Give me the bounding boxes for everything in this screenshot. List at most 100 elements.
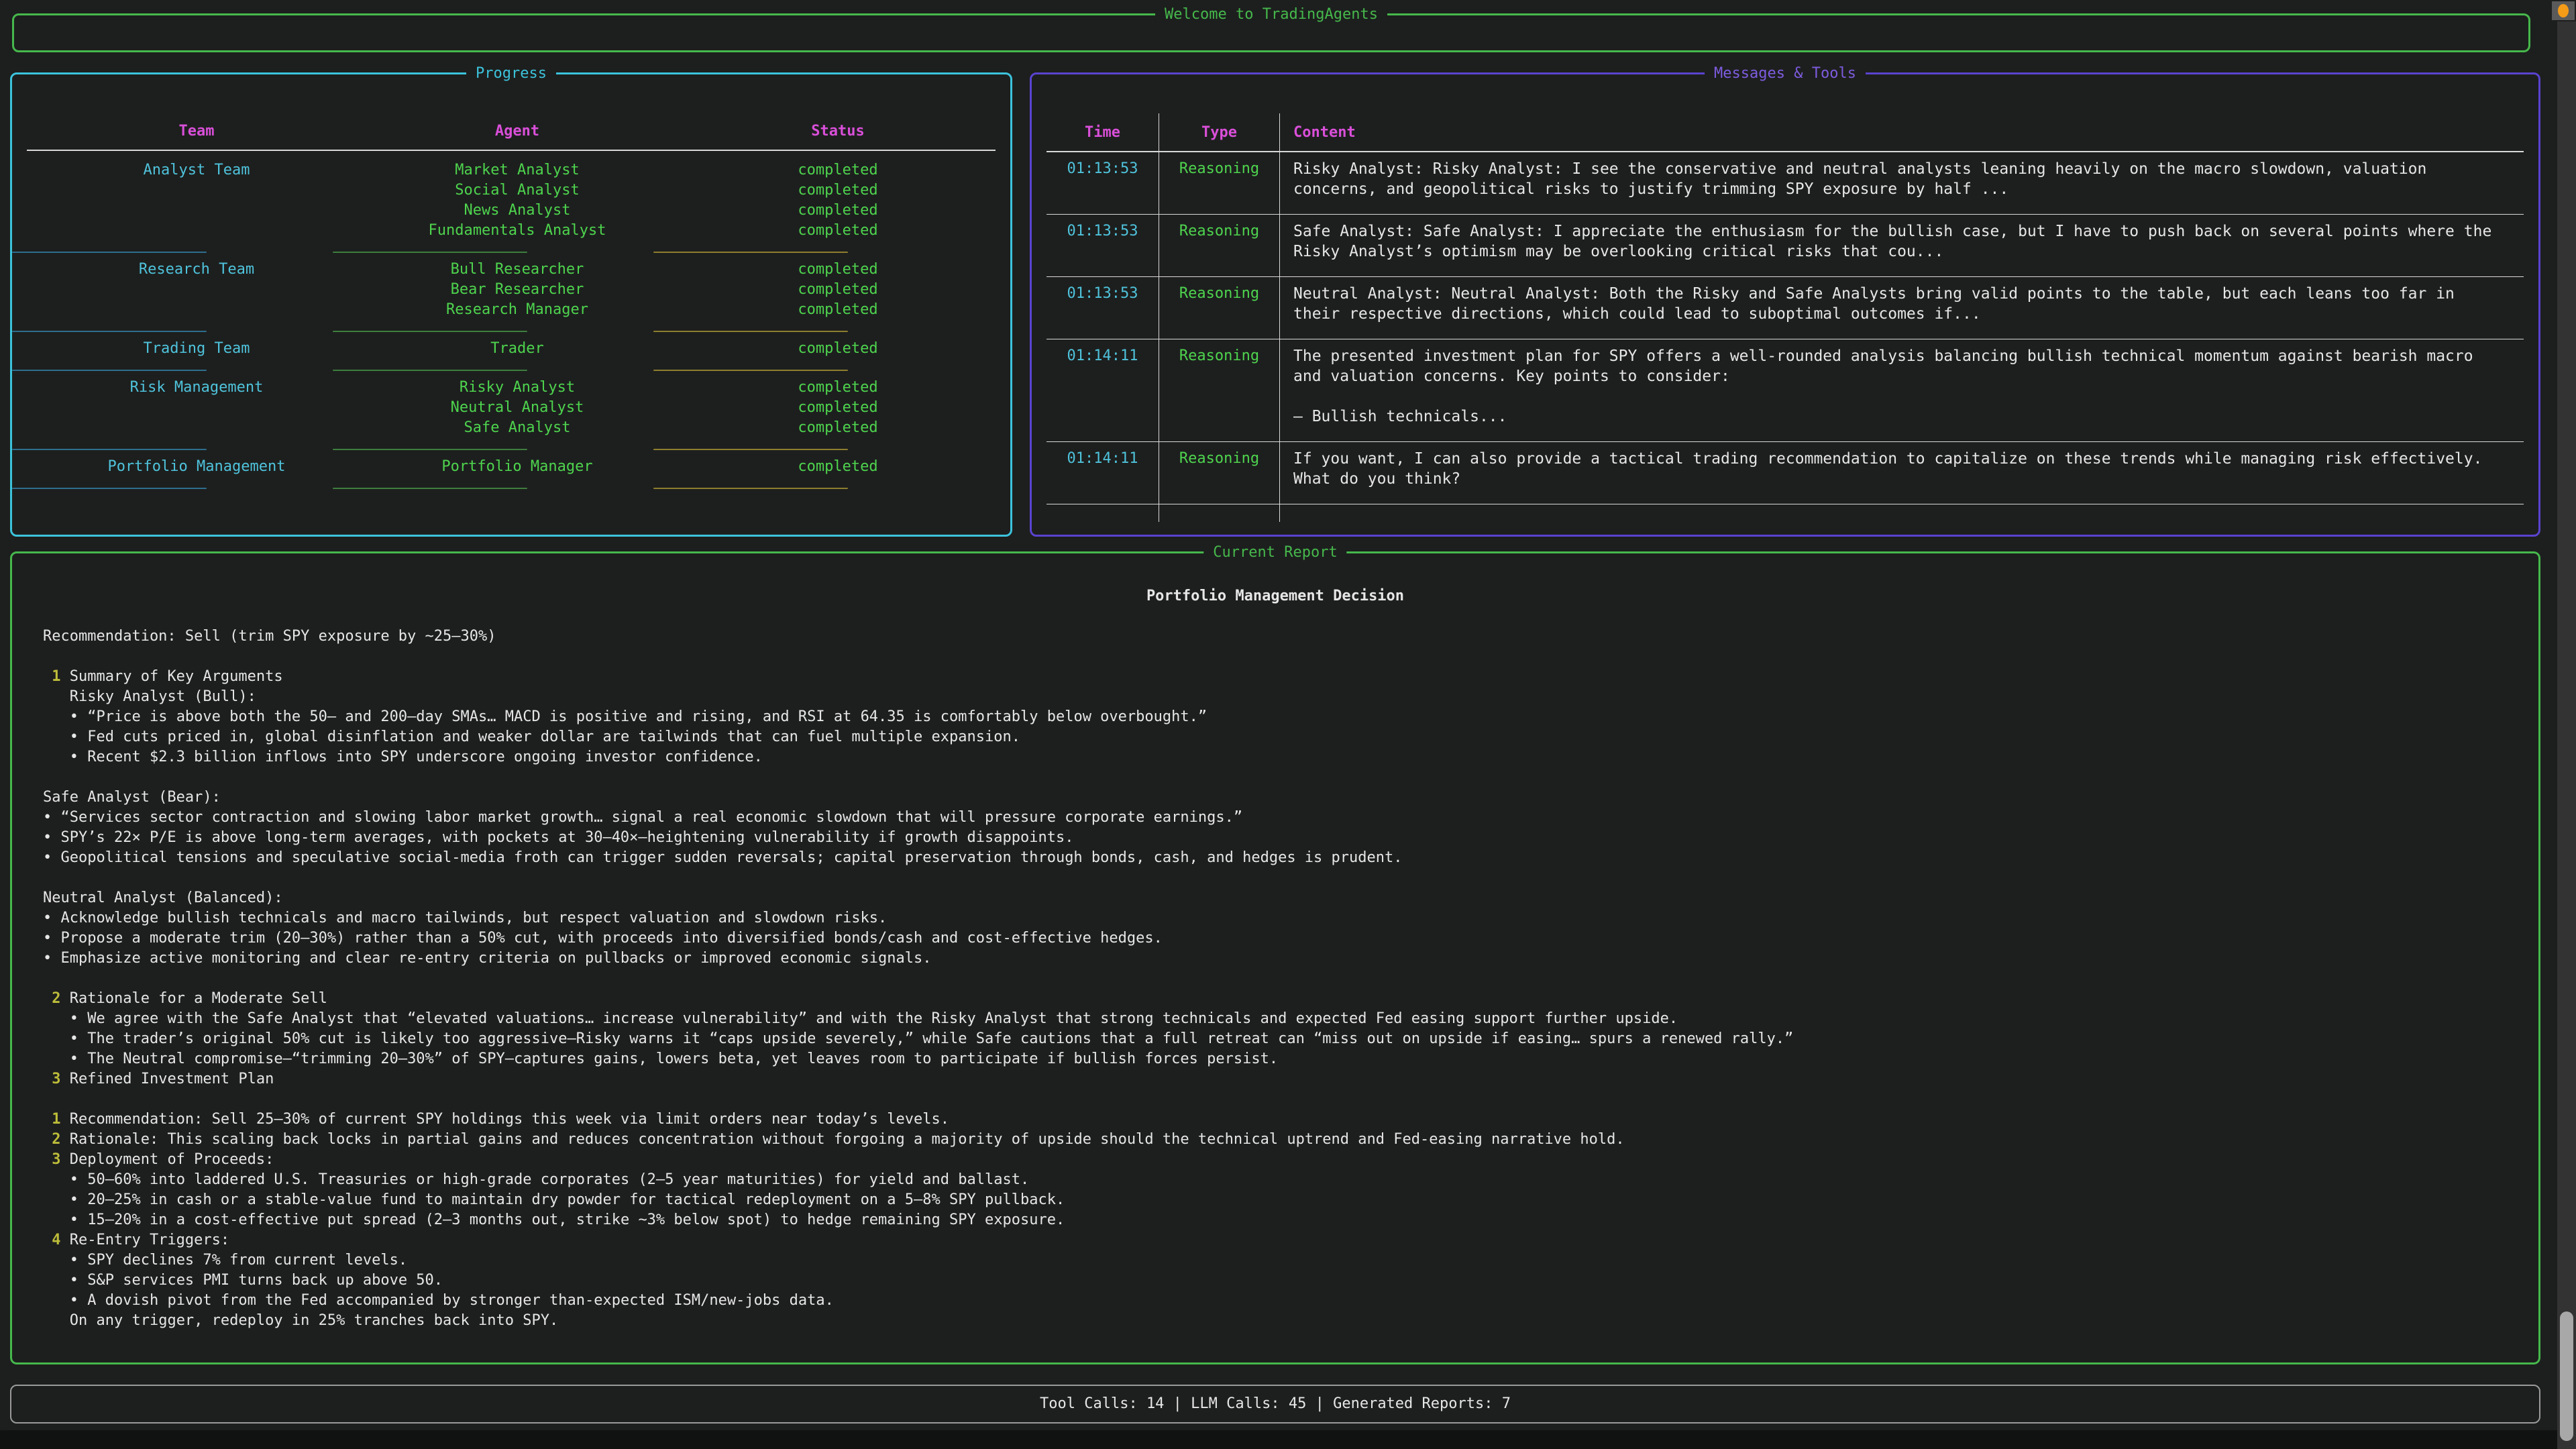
banner: Welcome to TradingAgents: [12, 13, 2530, 52]
footer-stats-bar: Tool Calls: 14 | LLM Calls: 45 | Generat…: [10, 1385, 2540, 1424]
report-line-text: • Propose a moderate trim (20–30%) rathe…: [43, 930, 1163, 947]
progress-divider-agent-segment: [333, 331, 527, 332]
report-line: 2 Rationale for a Moderate Sell: [43, 989, 2518, 1009]
report-line-number: 1: [43, 1111, 61, 1128]
report-line: 2 Rationale: This scaling back locks in …: [43, 1130, 2518, 1150]
report-line: 4 Re-Entry Triggers:: [43, 1230, 2518, 1250]
progress-team-cell: [99, 280, 294, 300]
report-line-number: 3: [43, 1151, 61, 1168]
report-line-text: Re-Entry Triggers:: [61, 1232, 230, 1248]
scrollbar-thumb[interactable]: [2560, 1311, 2573, 1441]
scrollbar[interactable]: [2549, 0, 2576, 1449]
message-type-cell: Reasoning: [1159, 339, 1279, 441]
progress-team-cell: [99, 180, 294, 201]
report-line: • Recent $2.3 billion inflows into SPY u…: [43, 747, 2518, 767]
progress-divider-status-segment: [653, 252, 848, 253]
report-line-text: • Acknowledge bullish technicals and mac…: [43, 910, 887, 926]
report-line: • SPY’s 22× P/E is above long-term avera…: [43, 828, 2518, 848]
progress-status-cell: completed: [741, 300, 935, 320]
progress-divider-team-segment: [12, 488, 207, 489]
report-line-text: • SPY’s 22× P/E is above long-term avera…: [43, 829, 1073, 846]
progress-row: News Analystcompleted: [99, 201, 1010, 221]
progress-agent-cell: Portfolio Manager: [420, 457, 614, 477]
report-line-number: 4: [43, 1232, 61, 1248]
progress-status-cell: completed: [741, 378, 935, 398]
report-line-text: • Geopolitical tensions and speculative …: [43, 849, 1403, 866]
progress-status-cell: completed: [741, 280, 935, 300]
report-line: • The trader’s original 50% cut is likel…: [43, 1029, 2518, 1049]
progress-agent-cell: Trader: [420, 339, 614, 359]
message-type-cell: Reasoning: [1159, 215, 1279, 276]
message-content-cell: Safe Analyst: Safe Analyst: I appreciate…: [1279, 215, 2524, 276]
message-time-cell: 01:14:11: [1046, 442, 1159, 504]
report-line-text: Recommendation: Sell 25–30% of current S…: [61, 1111, 950, 1128]
report-line-text: • 50–60% into laddered U.S. Treasuries o…: [43, 1171, 1029, 1188]
progress-row: Analyst TeamMarket Analystcompleted: [99, 160, 1010, 180]
progress-row: Safe Analystcompleted: [99, 418, 1010, 438]
progress-divider-status-segment: [653, 449, 848, 450]
progress-panel-title: Progress: [466, 64, 556, 84]
report-line: • Geopolitical tensions and speculative …: [43, 848, 2518, 868]
messages-filler-time: [1046, 504, 1159, 522]
report-line: [43, 647, 2518, 667]
progress-divider-agent-segment: [333, 488, 527, 489]
report-line: • Propose a moderate trim (20–30%) rathe…: [43, 928, 2518, 949]
message-content-cell: The presented investment plan for SPY of…: [1279, 339, 2524, 441]
progress-divider-team-segment: [12, 370, 207, 371]
progress-row: Social Analystcompleted: [99, 180, 1010, 201]
message-type-cell: Reasoning: [1159, 152, 1279, 214]
progress-agent-cell: Bull Researcher: [420, 260, 614, 280]
messages-table: Time Type Content 01:13:53ReasoningRisky…: [1046, 113, 2524, 522]
report-line-text: Neutral Analyst (Balanced):: [43, 890, 283, 906]
progress-status-cell: completed: [741, 180, 935, 201]
messages-panel-title: Messages & Tools: [1705, 64, 1866, 84]
report-line: • Fed cuts priced in, global disinflatio…: [43, 727, 2518, 747]
progress-divider-status-segment: [653, 370, 848, 371]
report-line-text: • Fed cuts priced in, global disinflatio…: [43, 729, 1020, 745]
progress-divider-status-segment: [653, 488, 848, 489]
messages-table-header: Time Type Content: [1046, 113, 2524, 152]
report-line: • Acknowledge bullish technicals and mac…: [43, 908, 2518, 928]
report-line: On any trigger, redeploy in 25% tranches…: [43, 1311, 2518, 1331]
progress-row: Neutral Analystcompleted: [99, 398, 1010, 418]
message-content-cell: Neutral Analyst: Neutral Analyst: Both t…: [1279, 277, 2524, 339]
message-row: 01:14:11ReasoningThe presented investmen…: [1046, 339, 2524, 442]
progress-divider-agent-segment: [333, 252, 527, 253]
progress-row: Research Managercompleted: [99, 300, 1010, 320]
progress-divider-team-segment: [12, 252, 207, 253]
report-line-text: On any trigger, redeploy in 25% tranches…: [43, 1312, 558, 1329]
message-type-cell: Reasoning: [1159, 277, 1279, 339]
progress-team-cell: [99, 201, 294, 221]
report-line: Safe Analyst (Bear):: [43, 788, 2518, 808]
progress-column-status: Status: [741, 121, 935, 142]
progress-row: Trading TeamTradercompleted: [99, 339, 1010, 359]
report-line-text: Rationale for a Moderate Sell: [61, 990, 327, 1007]
message-time-cell: 01:13:53: [1046, 152, 1159, 214]
report-line: Risky Analyst (Bull):: [43, 687, 2518, 707]
progress-divider-agent-segment: [333, 449, 527, 450]
scrollbar-track[interactable]: [2557, 21, 2576, 1449]
messages-filler-type: [1159, 504, 1279, 522]
progress-status-cell: completed: [741, 221, 935, 241]
report-line-text: • 15–20% in a cost-effective put spread …: [43, 1212, 1065, 1228]
report-line-text: Summary of Key Arguments: [61, 668, 283, 685]
messages-panel: Messages & Tools Time Type Content 01:13…: [1030, 72, 2540, 537]
progress-agent-cell: News Analyst: [420, 201, 614, 221]
progress-divider-team-segment: [12, 449, 207, 450]
messages-column-content: Content: [1279, 113, 2524, 151]
report-line: • The Neutral compromise—“trimming 20–30…: [43, 1049, 2518, 1069]
report-line: 3 Refined Investment Plan: [43, 1069, 2518, 1089]
report-line: • S&P services PMI turns back up above 5…: [43, 1271, 2518, 1291]
messages-column-time: Time: [1046, 113, 1159, 151]
progress-divider-agent-segment: [333, 370, 527, 371]
progress-group-divider: [12, 331, 1010, 332]
report-line: • 50–60% into laddered U.S. Treasuries o…: [43, 1170, 2518, 1190]
message-time-cell: 01:13:53: [1046, 277, 1159, 339]
progress-team-cell: [99, 398, 294, 418]
banner-title: Welcome to TradingAgents: [1155, 5, 1387, 25]
progress-team-cell: [99, 300, 294, 320]
progress-header-separator: [27, 150, 996, 151]
report-line-number: 1: [43, 668, 61, 685]
messages-table-filler-row: [1046, 504, 2524, 522]
progress-agent-cell: Fundamentals Analyst: [420, 221, 614, 241]
